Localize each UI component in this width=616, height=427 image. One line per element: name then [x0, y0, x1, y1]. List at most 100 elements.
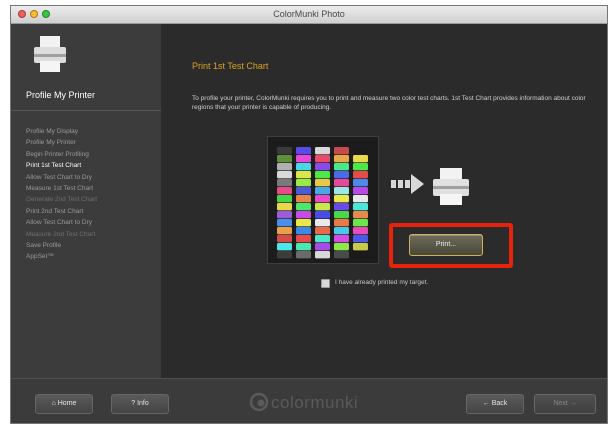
- color-patch: [353, 155, 368, 163]
- color-patch: [315, 219, 330, 227]
- color-patch: [334, 251, 349, 259]
- next-button-label: Next: [553, 400, 568, 407]
- sidebar-step[interactable]: Save Profile: [26, 240, 97, 251]
- back-button-label: Back: [491, 400, 508, 407]
- color-patch: [315, 235, 330, 243]
- color-patch: [277, 211, 292, 219]
- color-patch: [334, 195, 349, 203]
- color-patch: [334, 243, 349, 251]
- color-patch: [334, 227, 349, 235]
- printer-icon: [433, 168, 469, 205]
- color-patch: [353, 179, 368, 187]
- info-button-label: Info: [137, 400, 149, 407]
- color-patch: [277, 187, 292, 195]
- color-patch: [296, 163, 311, 171]
- color-patch: [334, 155, 349, 163]
- color-patch: [315, 147, 330, 155]
- color-patch: [277, 195, 292, 203]
- color-patch: [277, 171, 292, 179]
- color-patch: [277, 203, 292, 211]
- main-panel: Print 1st Test Chart To profile your pri…: [161, 24, 607, 378]
- color-patch: [296, 187, 311, 195]
- color-patch: [334, 203, 349, 211]
- bottom-toolbar: ⌂ Home ? Info colormunki ← Back Next →: [11, 378, 607, 423]
- arrow-right-icon: [391, 174, 424, 194]
- color-patch: [296, 243, 311, 251]
- color-patch: [334, 187, 349, 195]
- color-patch: [315, 203, 330, 211]
- color-patch: [296, 219, 311, 227]
- color-patch: [277, 155, 292, 163]
- color-patch: [277, 219, 292, 227]
- sidebar-title: Profile My Printer: [26, 90, 96, 100]
- color-patch: [353, 195, 368, 203]
- color-patch: [334, 211, 349, 219]
- sidebar-step[interactable]: Profile My Printer: [26, 137, 97, 148]
- color-patch: [277, 243, 292, 251]
- color-patch: [277, 147, 292, 155]
- already-printed-label: I have already printed my target.: [335, 279, 429, 286]
- color-patch: [334, 163, 349, 171]
- color-patch: [277, 251, 292, 259]
- color-patch: [353, 171, 368, 179]
- test-chart-patches: [277, 147, 368, 259]
- sidebar-step[interactable]: Measure 1st Test Chart: [26, 183, 97, 194]
- color-patch: [315, 195, 330, 203]
- sidebar-step[interactable]: Begin Printer Profiling: [26, 149, 97, 160]
- back-button[interactable]: ← Back: [466, 394, 524, 414]
- color-patch: [353, 147, 368, 155]
- color-patch: [334, 219, 349, 227]
- color-patch: [353, 187, 368, 195]
- printer-icon: [34, 36, 66, 72]
- color-patch: [296, 235, 311, 243]
- color-patch: [353, 203, 368, 211]
- color-patch: [296, 195, 311, 203]
- color-patch: [353, 243, 368, 251]
- color-patch: [334, 179, 349, 187]
- sidebar-step[interactable]: Generate 2nd Test Chart: [26, 194, 97, 205]
- sidebar-step[interactable]: AppSet™: [26, 251, 97, 262]
- color-patch: [353, 227, 368, 235]
- color-patch: [315, 243, 330, 251]
- color-patch: [296, 147, 311, 155]
- app-window: ColorMunki Photo Profile My Printer Prof…: [10, 5, 608, 424]
- highlight-annotation: [389, 223, 513, 268]
- sidebar-divider: [11, 110, 161, 111]
- color-patch: [277, 227, 292, 235]
- sidebar-step[interactable]: Measure 2nd Test Chart: [26, 229, 97, 240]
- help-icon: ?: [131, 400, 136, 407]
- home-button[interactable]: ⌂ Home: [35, 394, 93, 414]
- color-patch: [296, 179, 311, 187]
- sidebar-step[interactable]: Allow Test Chart to Dry: [26, 172, 97, 183]
- color-patch: [296, 171, 311, 179]
- sidebar-step[interactable]: Print 1st Test Chart: [26, 160, 97, 171]
- sidebar-step[interactable]: Allow Test Chart to Dry: [26, 217, 97, 228]
- color-patch: [315, 251, 330, 259]
- color-patch: [315, 211, 330, 219]
- colormunki-logo-icon: [249, 392, 269, 412]
- test-chart-preview: [267, 136, 379, 264]
- color-patch: [353, 211, 368, 219]
- window-title: ColorMunki Photo: [273, 9, 345, 19]
- color-patch: [296, 227, 311, 235]
- next-arrow-icon: →: [569, 400, 577, 407]
- sidebar-step[interactable]: Profile My Display: [26, 126, 97, 137]
- sidebar: Profile My Printer Profile My Display Pro…: [11, 24, 161, 378]
- color-patch: [296, 211, 311, 219]
- color-patch: [296, 203, 311, 211]
- sidebar-step[interactable]: Print 2nd Test Chart: [26, 206, 97, 217]
- workflow-step-list: Profile My Display Profile My Printer Begi…: [26, 126, 97, 263]
- color-patch: [277, 179, 292, 187]
- already-printed-checkbox[interactable]: [321, 279, 330, 288]
- home-button-label: Home: [57, 400, 77, 407]
- color-patch: [296, 155, 311, 163]
- color-patch: [315, 179, 330, 187]
- color-patch: [315, 227, 330, 235]
- color-patch: [353, 219, 368, 227]
- color-patch: [334, 235, 349, 243]
- info-button[interactable]: ? Info: [111, 394, 169, 414]
- next-button[interactable]: Next →: [534, 394, 596, 414]
- color-patch: [315, 163, 330, 171]
- title-bar: ColorMunki Photo: [11, 6, 607, 24]
- back-arrow-icon: ←: [482, 400, 490, 407]
